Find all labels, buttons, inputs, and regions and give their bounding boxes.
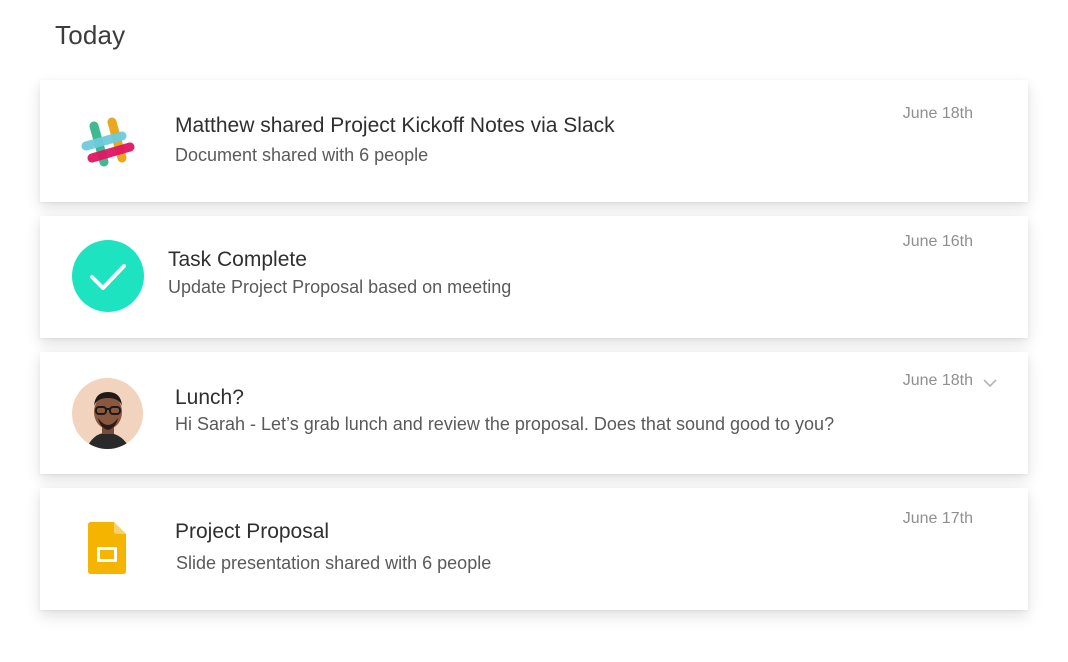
notification-subtitle: Update Project Proposal based on meeting bbox=[168, 277, 512, 297]
google-slides-icon bbox=[88, 522, 126, 574]
notification-card-message[interactable]: Lunch? Hi Sarah - Let’s grab lunch and r… bbox=[40, 352, 1028, 474]
notification-date: June 18th bbox=[902, 372, 973, 389]
notification-card-task[interactable]: Task Complete Update Project Proposal ba… bbox=[40, 216, 1028, 338]
notification-date: June 16th bbox=[902, 233, 973, 250]
check-circle-icon bbox=[72, 240, 144, 312]
notification-title: Task Complete bbox=[168, 248, 307, 271]
notification-card-slack[interactable]: Matthew shared Project Kickoff Notes via… bbox=[40, 80, 1028, 202]
notification-title: Project Proposal bbox=[175, 520, 330, 543]
notification-date: June 18th bbox=[902, 105, 973, 122]
notification-date: June 17th bbox=[902, 510, 973, 527]
chevron-down-icon[interactable] bbox=[983, 375, 997, 388]
section-title: Today bbox=[55, 20, 126, 50]
notifications-page: Today Matthew shared Project Kickoff Not… bbox=[0, 0, 1068, 662]
notification-title: Lunch? bbox=[175, 386, 244, 409]
avatar bbox=[72, 378, 143, 449]
notification-card-slides[interactable]: Project Proposal Slide presentation shar… bbox=[40, 488, 1028, 610]
notification-subtitle: Slide presentation shared with 6 people bbox=[176, 553, 492, 573]
slack-logo-icon bbox=[78, 112, 138, 172]
notification-subtitle: Hi Sarah - Let’s grab lunch and review t… bbox=[175, 414, 835, 434]
notification-title: Matthew shared Project Kickoff Notes via… bbox=[175, 114, 615, 137]
notification-subtitle: Document shared with 6 people bbox=[175, 145, 429, 165]
